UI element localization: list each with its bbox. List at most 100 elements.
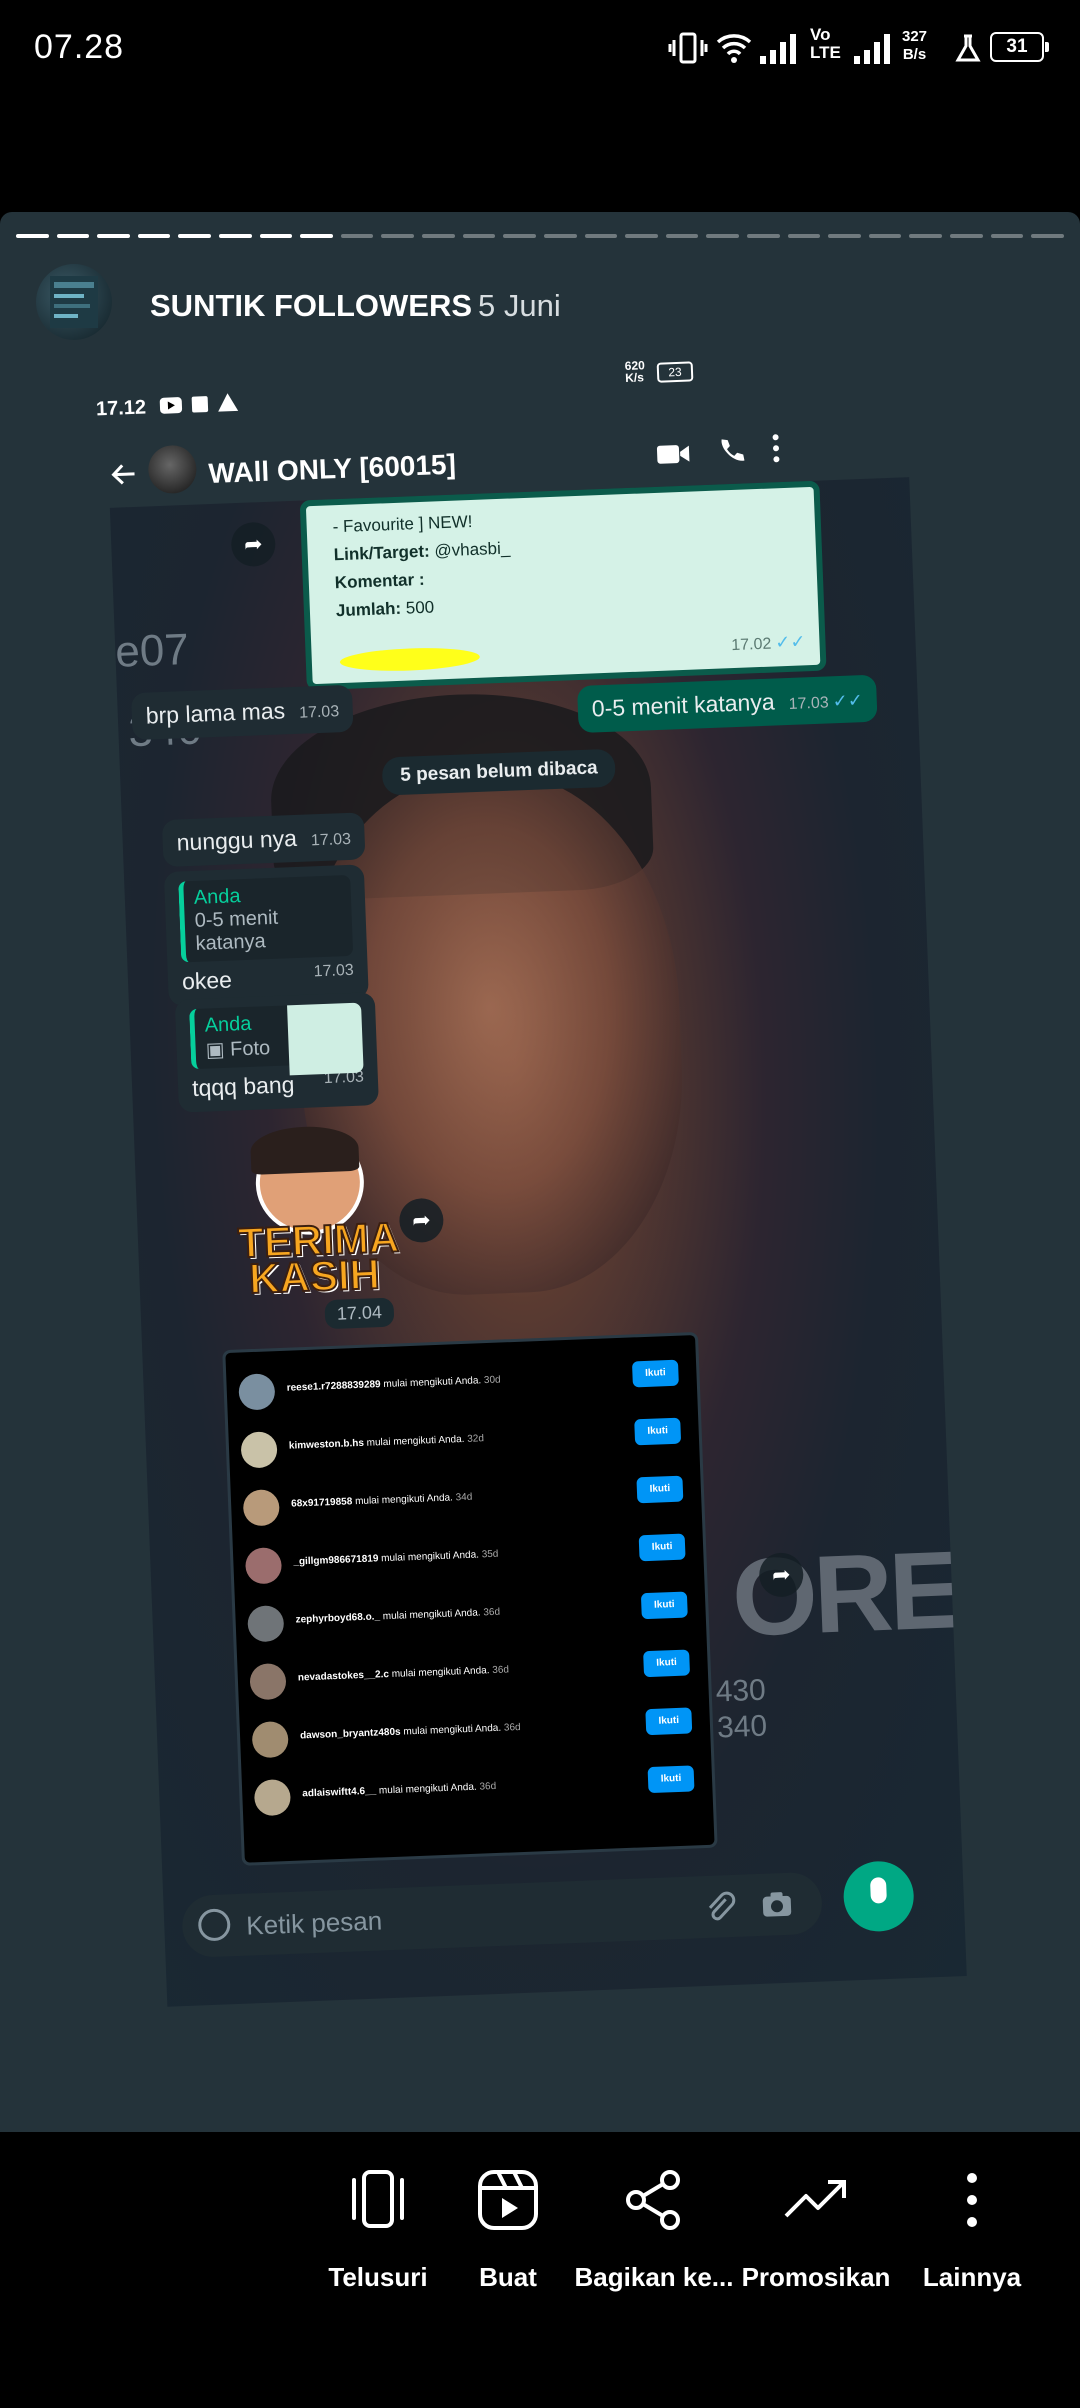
video-call-icon[interactable] (656, 442, 691, 467)
follower-avatar (251, 1720, 289, 1759)
follower-action-text: mulai mengikuti Anda. (380, 1375, 485, 1391)
follower-time: 36d (483, 1606, 501, 1619)
follower-text: reese1.r7288839289 mulai mengikuti Anda.… (287, 1375, 501, 1394)
camera-icon[interactable] (759, 1887, 794, 1922)
follow-back-button: Ikuti (631, 1359, 679, 1388)
follower-time: 35d (481, 1548, 499, 1561)
story-progress-bar (16, 234, 1064, 238)
story-viewer[interactable]: SUNTIK FOLLOWERS 5 Juni e07 340 ORE 430 … (0, 212, 1080, 2132)
follower-avatar (242, 1489, 280, 1527)
message-time: 17.03 (313, 961, 355, 981)
story-avatar[interactable] (36, 264, 112, 340)
follower-action-text: mulai mengikuti Anda. (375, 1781, 480, 1797)
follower-row: nevadastokes__2.c mulai mengikuti Anda. … (249, 1639, 697, 1706)
form-amount-value: 500 (405, 597, 435, 618)
sticker-terima-kasih[interactable]: TERIMA KASIH (234, 1124, 401, 1304)
more-vertical-icon[interactable] (769, 432, 782, 464)
net-speed-value: 327 (902, 28, 928, 45)
follower-username: dawson_bryantz480s (299, 1726, 401, 1742)
follower-text: adlaiswiftt4.6__ mulai mengikuti Anda. 3… (302, 1781, 496, 1799)
follower-username: reese1.r7288839289 (286, 1379, 381, 1394)
inner-status-time: 17.12 (95, 396, 147, 421)
followers-screenshot: reese1.r7288839289 mulai mengikuti Anda.… (222, 1331, 718, 1866)
action-label-bagikan[interactable]: Bagikan ke... (564, 2262, 744, 2293)
avatar-image (50, 276, 98, 328)
story-date: 5 Juni (478, 288, 561, 323)
back-arrow-icon[interactable] (108, 459, 139, 490)
story-progress-segment (787, 234, 821, 238)
follower-text: zephyrboyd68.o._ mulai mengikuti Anda. 3… (295, 1607, 500, 1626)
follower-row: dawson_bryantz480s mulai mengikuti Anda.… (251, 1697, 699, 1764)
follower-username: _gillgm986671819 (293, 1553, 379, 1568)
story-progress-segment (97, 234, 130, 238)
photo-icon: ▣ (205, 1038, 231, 1062)
follower-text: 68x91719858 mulai mengikuti Anda. 34d (291, 1492, 473, 1510)
follower-avatar (240, 1431, 278, 1469)
follower-row: adlaiswiftt4.6__ mulai mengikuti Anda. 3… (253, 1755, 701, 1822)
wifi-icon (716, 34, 752, 63)
follower-time: 32d (467, 1433, 485, 1445)
story-progress-segment (1031, 234, 1064, 238)
inner-battery: 23 (656, 361, 694, 383)
follower-time: 30d (483, 1374, 501, 1387)
message-reply-okee[interactable]: Anda 0-5 menit katanya okee 17.03 (163, 864, 369, 1006)
follower-time: 36d (479, 1780, 497, 1793)
story-progress-segment (909, 234, 943, 238)
read-ticks-icon: ✓✓ (774, 631, 806, 653)
reels-play-icon[interactable] (468, 2160, 548, 2240)
more-vertical-icon[interactable] (932, 2160, 1012, 2240)
follower-row: 68x91719858 mulai mengikuti Anda. 34d Iku… (242, 1465, 690, 1532)
share-icon[interactable] (614, 2160, 694, 2240)
story-progress-segment (422, 234, 455, 238)
message-incoming[interactable]: nunggu nya 17.03 (161, 812, 366, 868)
message-time: 17.03 (298, 703, 340, 722)
sticker-text: TERIMA KASIH (236, 1212, 401, 1303)
sticker-hair (249, 1124, 360, 1175)
quote-text: 0-5 menit katanya (194, 906, 279, 955)
story-progress-segment (746, 234, 780, 238)
story-progress-segment (503, 234, 536, 238)
follow-back-button: Ikuti (647, 1765, 695, 1794)
message-incoming[interactable]: brp lama mas 17.03 (130, 684, 354, 741)
story-progress-segment (584, 234, 618, 238)
status-clock: 07.28 (34, 28, 125, 66)
action-label-promosikan[interactable]: Promosikan (726, 2262, 906, 2293)
trending-up-icon[interactable] (776, 2160, 856, 2240)
quoted-message[interactable]: Anda 0-5 menit katanya (178, 874, 354, 963)
swipe-phone-icon[interactable] (338, 2160, 418, 2240)
quoted-message[interactable]: Anda ▣ Foto (189, 1002, 364, 1076)
follower-row: zephyrboyd68.o._ mulai mengikuti Anda. 3… (247, 1581, 695, 1648)
attach-icon[interactable] (701, 1889, 736, 1924)
voice-call-icon[interactable] (716, 435, 747, 466)
emoji-icon[interactable] (197, 1908, 231, 1942)
follower-action-text: mulai mengikuti Anda. (363, 1433, 468, 1449)
signal-icon-2 (854, 34, 890, 64)
chat-title[interactable]: WAll ONLY [60015] (208, 449, 456, 490)
volte-label: Vo LTE (810, 25, 841, 62)
story-progress-segment (625, 234, 658, 238)
sticker-time: 17.04 (324, 1297, 395, 1330)
chat-avatar[interactable] (147, 444, 198, 495)
inner-net-speed: 620 K/s (624, 358, 646, 385)
form-time-text: 17.02 (731, 635, 772, 655)
lab-flask-icon (955, 34, 981, 62)
follower-avatar (238, 1373, 276, 1411)
follower-avatar (247, 1605, 285, 1643)
message-text: okee (181, 966, 233, 995)
story-progress-segment (16, 234, 49, 238)
follower-action-text: mulai mengikuti Anda. (378, 1549, 482, 1565)
story-account-name[interactable]: SUNTIK FOLLOWERS (150, 288, 472, 324)
follower-username: adlaiswiftt4.6__ (302, 1785, 377, 1800)
quote-thumbnail (287, 1002, 364, 1076)
story-progress-segment (137, 234, 171, 238)
shared-screenshot: e07 340 ORE 430 340 17.12 620 K/s 23 WAl… (96, 347, 967, 2017)
follower-username: nevadastokes__2.c (297, 1669, 390, 1684)
status-bar: 07.28 Vo LTE 327 B/s 31 (0, 0, 1080, 100)
follower-username: 68x91719858 (290, 1496, 353, 1510)
message-reply-tqqq[interactable]: Anda ▣ Foto tqqq bang 17.03 (174, 992, 379, 1113)
sticker-text-2: KASIH (247, 1249, 381, 1303)
follower-avatar (244, 1547, 283, 1585)
wallpaper-text-4: 430 (715, 1673, 767, 1709)
action-label-lainnya[interactable]: Lainnya (882, 2262, 1062, 2293)
message-time: 17.03 (310, 830, 352, 850)
